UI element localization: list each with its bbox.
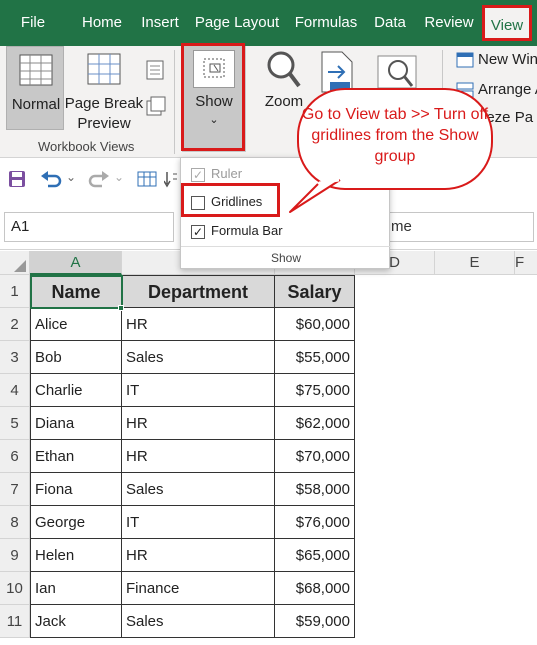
formula-bar-option[interactable]: ✓ Formula Bar bbox=[191, 221, 283, 241]
tab-view[interactable]: View bbox=[482, 5, 532, 41]
table-cell[interactable]: Finance bbox=[122, 572, 275, 605]
new-window-icon bbox=[456, 52, 474, 68]
row-header[interactable]: 9 bbox=[0, 539, 30, 572]
table-cell[interactable]: HR bbox=[122, 539, 275, 572]
ruler-label: Ruler bbox=[211, 166, 243, 181]
tab-page-layout[interactable]: Page Layout bbox=[192, 0, 282, 46]
table-cell[interactable]: $70,000 bbox=[275, 440, 355, 473]
show-button[interactable]: Show ⌄ bbox=[182, 46, 246, 152]
row-header[interactable]: 2 bbox=[0, 308, 30, 341]
fill-handle[interactable] bbox=[118, 305, 124, 311]
normal-view-label: Normal bbox=[11, 96, 61, 113]
table-cell[interactable]: Sales bbox=[122, 341, 275, 374]
row-header[interactable]: 4 bbox=[0, 374, 30, 407]
magnifier-icon bbox=[267, 51, 301, 88]
row-header[interactable]: 10 bbox=[0, 572, 30, 605]
table-cell[interactable]: Jack bbox=[30, 605, 122, 638]
save-icon[interactable] bbox=[8, 170, 26, 188]
table-cell[interactable]: HR bbox=[122, 440, 275, 473]
chevron-down-icon: ⌄ bbox=[209, 114, 219, 126]
table-cell[interactable]: Ian bbox=[30, 572, 122, 605]
column-header-f[interactable]: F bbox=[515, 251, 537, 275]
custom-views-icon[interactable] bbox=[146, 96, 166, 116]
redo-icon[interactable] bbox=[88, 170, 110, 188]
tab-home[interactable]: Home bbox=[76, 0, 128, 46]
show-icon-frame bbox=[193, 50, 235, 88]
table-cell[interactable]: $60,000 bbox=[275, 308, 355, 341]
undo-dropdown-icon[interactable]: ⌄ bbox=[66, 170, 76, 184]
workbook-views-group-label: Workbook Views bbox=[38, 139, 135, 154]
redo-dropdown-icon[interactable]: ⌄ bbox=[114, 170, 124, 184]
table-cell[interactable]: HR bbox=[122, 308, 275, 341]
table-cell[interactable]: $59,000 bbox=[275, 605, 355, 638]
page-break-preview-label: Page Break Preview bbox=[64, 95, 144, 132]
table-cell[interactable]: $65,000 bbox=[275, 539, 355, 572]
table-cell[interactable]: Helen bbox=[30, 539, 122, 572]
group-divider bbox=[174, 50, 175, 154]
table-cell[interactable]: IT bbox=[122, 374, 275, 407]
row-header[interactable]: 11 bbox=[0, 605, 30, 638]
formula-input[interactable]: me bbox=[384, 212, 534, 242]
show-group-label: Show bbox=[181, 246, 391, 269]
table-header-cell[interactable]: Salary bbox=[275, 275, 355, 308]
gridlines-checkbox[interactable] bbox=[191, 195, 205, 210]
ruler-option: ✓ Ruler bbox=[191, 164, 242, 184]
table-cell[interactable]: IT bbox=[122, 506, 275, 539]
table-cell[interactable]: HR bbox=[122, 407, 275, 440]
column-header-e[interactable]: E bbox=[435, 251, 515, 275]
formula-bar-label: Formula Bar bbox=[211, 223, 283, 238]
new-window-button[interactable]: New Win bbox=[478, 50, 537, 70]
normal-view-button[interactable]: Normal bbox=[6, 46, 64, 130]
formula-bar-checkbox[interactable]: ✓ bbox=[191, 224, 205, 239]
table-cell[interactable]: Sales bbox=[122, 605, 275, 638]
table-cell[interactable]: $62,000 bbox=[275, 407, 355, 440]
sort-icon[interactable] bbox=[164, 170, 178, 188]
tab-review[interactable]: Review bbox=[420, 0, 478, 46]
table-cell[interactable]: $58,000 bbox=[275, 473, 355, 506]
column-header-a[interactable]: A bbox=[30, 251, 122, 275]
table-cell[interactable]: Charlie bbox=[30, 374, 122, 407]
tab-insert[interactable]: Insert bbox=[136, 0, 184, 46]
table-header-cell[interactable]: Name bbox=[30, 275, 122, 308]
tab-file[interactable]: File bbox=[10, 0, 56, 46]
table-cell[interactable]: Fiona bbox=[30, 473, 122, 506]
tab-formulas[interactable]: Formulas bbox=[290, 0, 362, 46]
show-label: Show bbox=[195, 93, 233, 110]
table-icon[interactable] bbox=[136, 170, 158, 188]
row-header[interactable]: 5 bbox=[0, 407, 30, 440]
instruction-callout: Go to View tab >> Turn off gridlines fro… bbox=[297, 88, 493, 190]
show-icon bbox=[203, 58, 225, 78]
page-layout-view-icon[interactable] bbox=[146, 60, 164, 80]
page-break-icon bbox=[87, 53, 121, 85]
gridlines-option[interactable]: Gridlines bbox=[191, 192, 262, 212]
row-header[interactable]: 7 bbox=[0, 473, 30, 506]
row-header[interactable]: 1 bbox=[0, 275, 30, 308]
row-header[interactable]: 6 bbox=[0, 440, 30, 473]
select-all-corner[interactable] bbox=[0, 251, 30, 275]
table-cell[interactable]: Bob bbox=[30, 341, 122, 374]
normal-view-icon bbox=[19, 54, 53, 86]
tab-data[interactable]: Data bbox=[368, 0, 412, 46]
worksheet-grid[interactable]: A B C D E F 1NameDepartmentSalary2AliceH… bbox=[0, 251, 537, 645]
name-box[interactable]: A1 bbox=[4, 212, 174, 242]
page-break-preview-button[interactable]: Page Break Preview bbox=[64, 46, 144, 134]
table-cell[interactable]: $75,000 bbox=[275, 374, 355, 407]
table-cell[interactable]: George bbox=[30, 506, 122, 539]
table-cell[interactable]: $68,000 bbox=[275, 572, 355, 605]
table-cell[interactable]: $55,000 bbox=[275, 341, 355, 374]
table-cell[interactable]: Sales bbox=[122, 473, 275, 506]
table-cell[interactable]: Diana bbox=[30, 407, 122, 440]
undo-icon[interactable] bbox=[40, 170, 62, 188]
menu-bar: File Home Insert Page Layout Formulas Da… bbox=[0, 0, 537, 46]
table-cell[interactable]: Alice bbox=[30, 308, 122, 341]
gridlines-label: Gridlines bbox=[211, 194, 263, 209]
table-cell[interactable]: $76,000 bbox=[275, 506, 355, 539]
table-header-cell[interactable]: Department bbox=[122, 275, 275, 308]
row-header[interactable]: 8 bbox=[0, 506, 30, 539]
table-cell[interactable]: Ethan bbox=[30, 440, 122, 473]
ruler-checkbox: ✓ bbox=[191, 167, 205, 182]
row-header[interactable]: 3 bbox=[0, 341, 30, 374]
corner-triangle-icon bbox=[14, 260, 26, 272]
arrange-all-button[interactable]: Arrange A bbox=[478, 80, 537, 100]
